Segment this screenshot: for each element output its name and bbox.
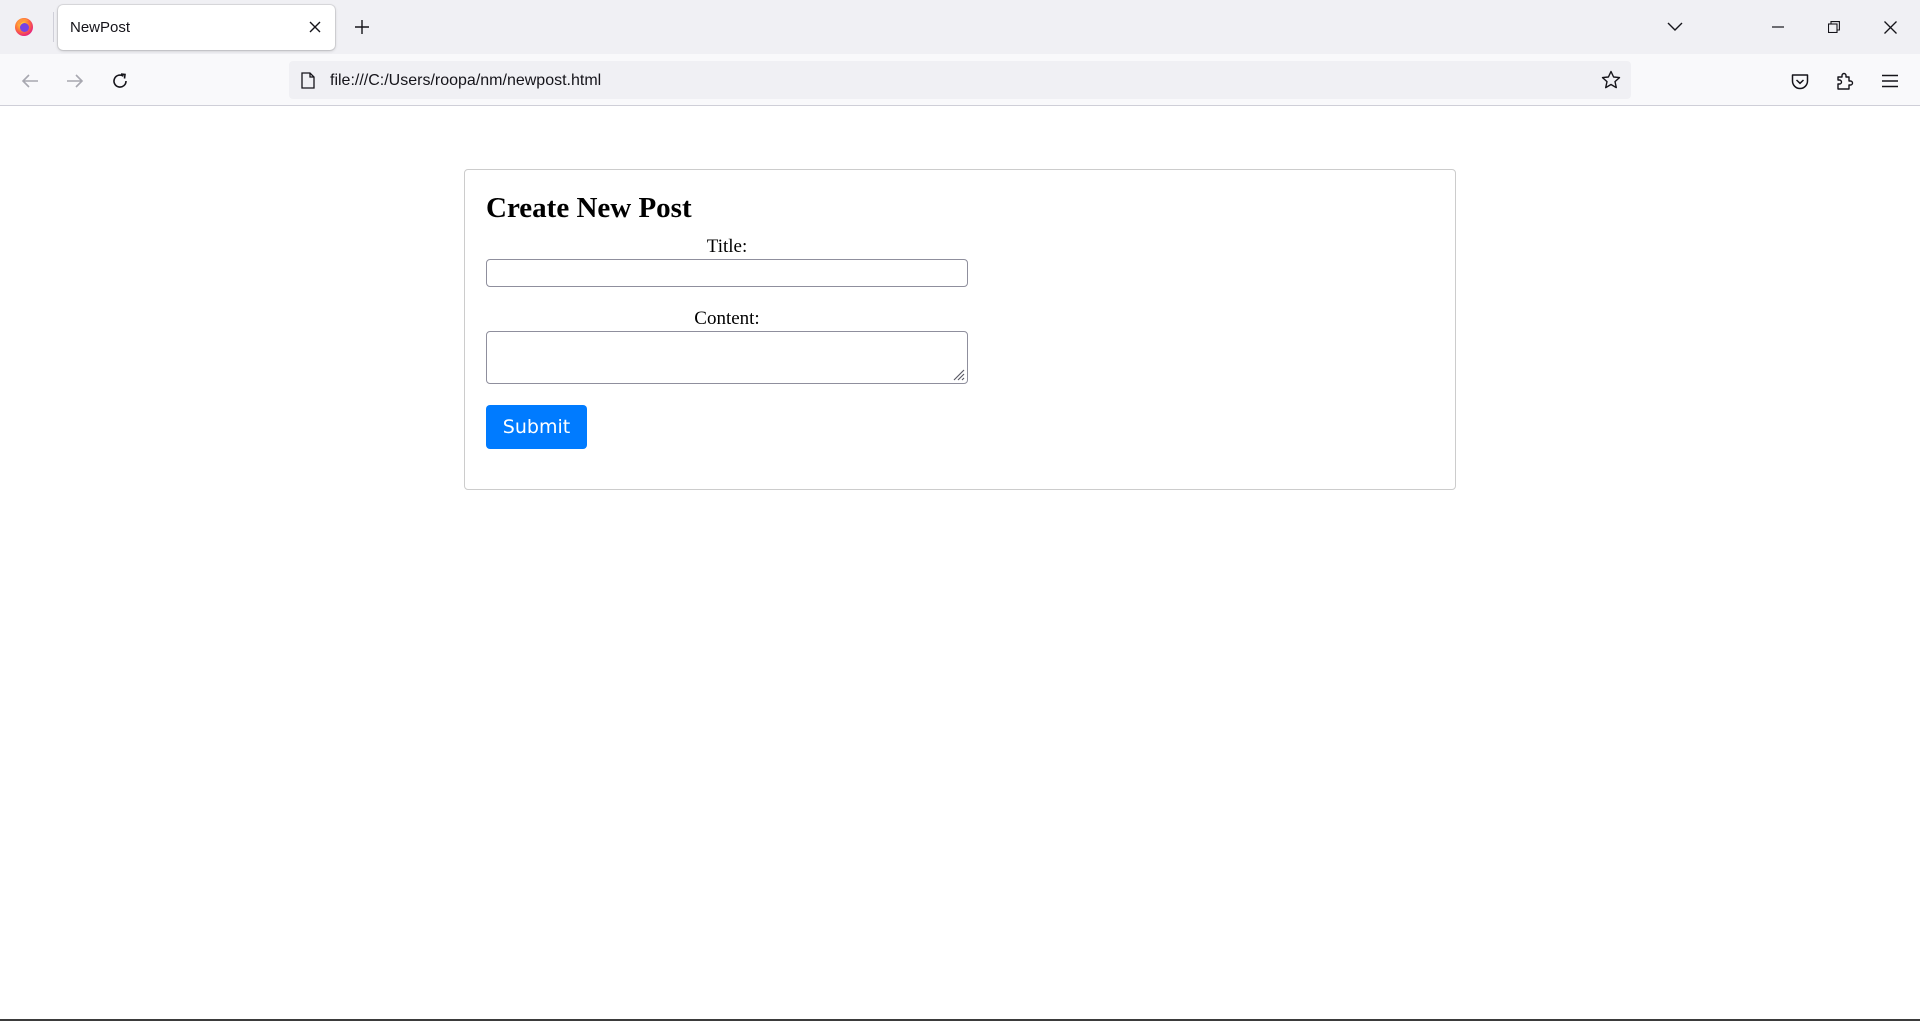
close-icon[interactable] <box>305 17 325 37</box>
pocket-icon[interactable] <box>1786 67 1814 95</box>
content-label: Content: <box>694 308 760 329</box>
page-content: Create New Post Title: Content: Submit <box>0 107 1920 1019</box>
close-icon[interactable] <box>1875 12 1905 42</box>
plus-icon[interactable] <box>350 15 374 39</box>
chevron-down-icon[interactable] <box>1662 15 1688 39</box>
page-title: Create New Post <box>486 192 692 224</box>
new-post-form-card: Create New Post Title: Content: Submit <box>464 169 1456 490</box>
tab-separator <box>53 12 54 42</box>
submit-button[interactable]: Submit <box>486 405 587 449</box>
url-bar[interactable]: file:///C:/Users/roopa/nm/newpost.html <box>289 61 1631 99</box>
tab-newpost[interactable]: NewPost <box>58 5 335 50</box>
title-input[interactable] <box>486 259 968 287</box>
arrow-right-icon[interactable] <box>61 67 89 95</box>
tab-title: NewPost <box>70 19 131 36</box>
firefox-logo-icon <box>14 17 34 37</box>
puzzle-icon[interactable] <box>1831 67 1859 95</box>
tab-strip: NewPost <box>0 0 1920 54</box>
hamburger-menu-icon[interactable] <box>1876 67 1904 95</box>
title-label: Title: <box>706 236 748 257</box>
star-icon[interactable] <box>1599 68 1623 92</box>
url-text[interactable]: file:///C:/Users/roopa/nm/newpost.html <box>330 72 601 90</box>
minimize-icon[interactable] <box>1763 12 1793 42</box>
navigation-toolbar: file:///C:/Users/roopa/nm/newpost.html <box>0 54 1920 106</box>
content-textarea[interactable] <box>486 331 968 384</box>
page-icon <box>299 71 317 89</box>
resize-grip-icon[interactable] <box>951 367 965 381</box>
reload-icon[interactable] <box>106 67 134 95</box>
restore-icon[interactable] <box>1819 12 1849 42</box>
arrow-left-icon[interactable] <box>16 67 44 95</box>
